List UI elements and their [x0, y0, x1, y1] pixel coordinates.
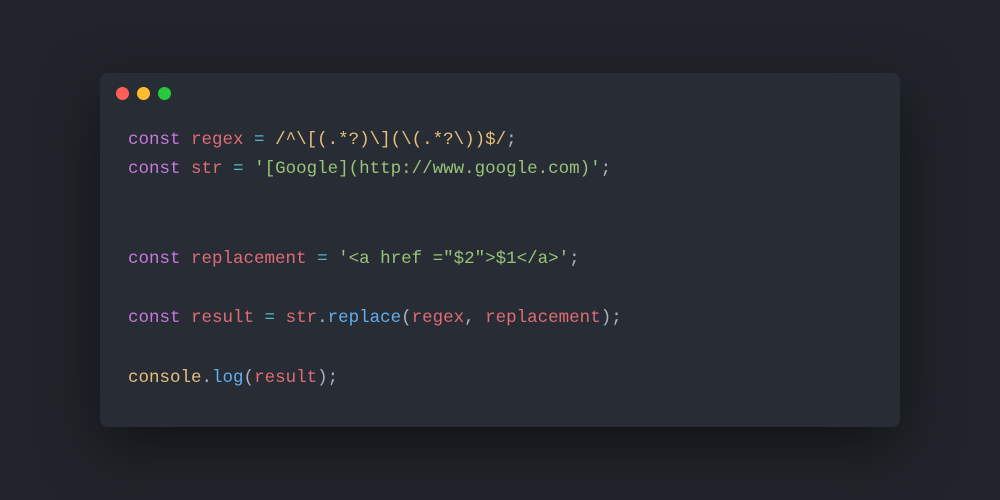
token-kw: const — [128, 308, 191, 328]
token-kw: const — [128, 249, 191, 269]
code-window: const regex = /^\[(.*?)\](\(.*?\))$/;con… — [100, 73, 900, 428]
code-line: const str = '[Google](http://www.google.… — [128, 155, 872, 185]
token-op — [254, 308, 265, 328]
code-line: console.log(result); — [128, 364, 872, 394]
token-op2: = — [265, 308, 276, 328]
token-var: str — [286, 308, 318, 328]
token-str: '[Google](http://www.google.com)' — [254, 159, 601, 179]
token-op: . — [317, 308, 328, 328]
token-var: regex — [412, 308, 465, 328]
close-icon[interactable] — [116, 87, 129, 100]
token-op2: = — [254, 130, 265, 150]
token-op — [275, 308, 286, 328]
token-rgx: /^\[(.*?)\](\(.*?\))$/ — [275, 130, 506, 150]
token-op: ( — [244, 368, 255, 388]
token-kw: const — [128, 130, 191, 150]
token-var: str — [191, 159, 223, 179]
token-op: ); — [317, 368, 338, 388]
token-op — [244, 159, 255, 179]
token-var: replacement — [191, 249, 307, 269]
token-op: . — [202, 368, 213, 388]
token-op — [265, 130, 276, 150]
code-line — [128, 274, 872, 304]
token-kw: const — [128, 159, 191, 179]
token-op: ); — [601, 308, 622, 328]
token-op: ( — [401, 308, 412, 328]
token-fn: replace — [328, 308, 402, 328]
token-var: replacement — [485, 308, 601, 328]
token-var: regex — [191, 130, 244, 150]
token-op2: = — [317, 249, 328, 269]
code-line — [128, 185, 872, 215]
token-op: , — [464, 308, 485, 328]
token-op: ; — [506, 130, 517, 150]
token-var: result — [254, 368, 317, 388]
token-op2: = — [233, 159, 244, 179]
code-block: const regex = /^\[(.*?)\](\(.*?\))$/;con… — [100, 100, 900, 428]
minimize-icon[interactable] — [137, 87, 150, 100]
token-obj: console — [128, 368, 202, 388]
token-op — [223, 159, 234, 179]
token-fn: log — [212, 368, 244, 388]
token-op: ; — [569, 249, 580, 269]
code-line: const replacement = '<a href ="$2">$1</a… — [128, 245, 872, 275]
window-titlebar — [100, 73, 900, 100]
token-op — [244, 130, 255, 150]
token-op — [307, 249, 318, 269]
code-line — [128, 215, 872, 245]
code-line: const regex = /^\[(.*?)\](\(.*?\))$/; — [128, 126, 872, 156]
token-var: result — [191, 308, 254, 328]
zoom-icon[interactable] — [158, 87, 171, 100]
token-op: ; — [601, 159, 612, 179]
code-line — [128, 334, 872, 364]
token-str: '<a href ="$2">$1</a>' — [338, 249, 569, 269]
token-op — [328, 249, 339, 269]
code-line: const result = str.replace(regex, replac… — [128, 304, 872, 334]
